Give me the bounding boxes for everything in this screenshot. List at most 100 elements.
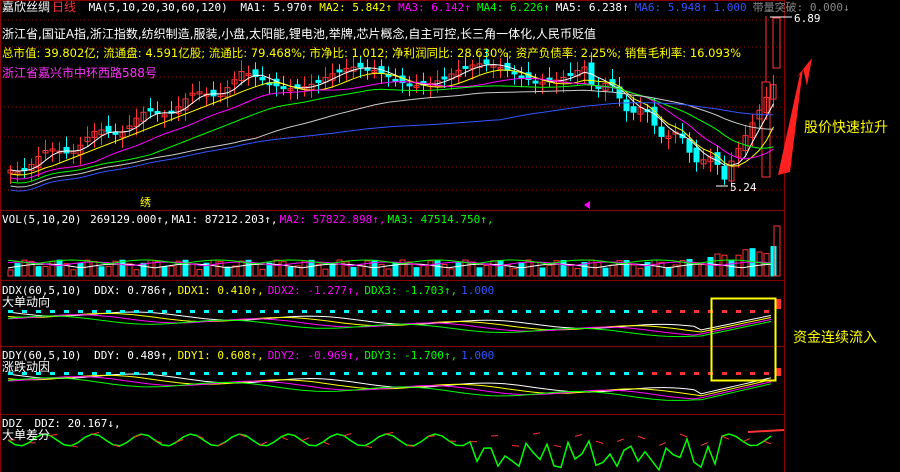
- indicator-bar: [316, 372, 321, 375]
- volume-bar: [49, 260, 56, 277]
- stock-name: 嘉欣丝绸: [2, 0, 51, 14]
- candle-body: [518, 75, 525, 79]
- volume-bar: [427, 260, 434, 277]
- volume-bar: [546, 264, 553, 277]
- ddx-value-3: DDX3: -1.703↑,: [364, 284, 458, 297]
- ddz-segment: [49, 434, 58, 436]
- volume-bar: [602, 267, 609, 277]
- ddz-segment: [511, 445, 520, 447]
- volume-bar: [735, 254, 742, 277]
- candle-body: [364, 67, 371, 71]
- indicator-bar: [386, 310, 391, 313]
- indicator-bar: [624, 310, 629, 313]
- ddy-value-0: DDY: 0.489↑,: [94, 349, 174, 362]
- price-annotation: 股价快速拉升: [804, 120, 888, 136]
- indicator-bar: [120, 372, 125, 375]
- indicator-bar: [204, 372, 209, 375]
- volume-bar: [224, 266, 231, 277]
- ddz-segment: [91, 432, 100, 435]
- volume-bar: [413, 267, 420, 277]
- volume-bar: [532, 261, 539, 277]
- ddz-segment: [364, 445, 373, 449]
- indicator-bar: [512, 310, 517, 313]
- candle-body: [441, 76, 448, 80]
- candle-body: [280, 86, 287, 90]
- volume-bar: [14, 263, 21, 277]
- ma-line-1: [10, 63, 774, 172]
- indicator-bar: [694, 310, 699, 313]
- indicator-bar: [274, 372, 279, 375]
- volume-bar: [385, 268, 392, 277]
- volume-header: VOL(5,10,20) 269129.000↑, MA1: 87212.203↑…: [2, 213, 502, 226]
- vol-values: 269129.000↑, MA1: 87212.203↑, MA2: 57822.8…: [90, 213, 495, 226]
- indicator-bar: [764, 310, 769, 313]
- ddy-values: DDY: 0.489↑, DDY1: 0.608↑, DDY2: -0.969↑, D…: [94, 349, 498, 362]
- indicator-bar: [568, 372, 573, 375]
- indicator-bar: [78, 310, 83, 313]
- indicator-bar: [232, 372, 237, 375]
- candle-body: [483, 59, 490, 65]
- indicator-bar: [624, 372, 629, 375]
- ddz-segment: [259, 441, 268, 446]
- indicator-bar: [666, 310, 671, 313]
- indicator-bar: [302, 372, 307, 375]
- indicator-bar: [736, 310, 741, 313]
- period-label[interactable]: 日线: [52, 0, 76, 14]
- vol-value-1: MA1: 87212.203↑,: [171, 213, 278, 226]
- indicator-bar: [540, 310, 545, 313]
- indicator-bar: [610, 372, 615, 375]
- indicator-bar: [498, 372, 503, 375]
- indicator-bar: [470, 372, 475, 375]
- indicator-bar: [162, 372, 167, 375]
- ma-params: MA(5,10,20,30,60,120): [88, 1, 228, 14]
- ddy-value-1: DDY1: 0.608↑,: [177, 349, 264, 362]
- vol-params: VOL(5,10,20): [2, 213, 82, 226]
- indicator-bar: [680, 310, 685, 313]
- volume-bar: [665, 267, 672, 277]
- volume-bar: [70, 269, 77, 277]
- candle-body: [259, 76, 266, 81]
- ddx-header: DDX(60,5,10) DDX: 0.786↑, DDX1: 0.410↑, DD…: [2, 284, 504, 297]
- indicator-bar: [204, 310, 209, 313]
- volume-bar: [455, 262, 462, 277]
- indicator-bar: [666, 372, 671, 375]
- ma-value-4: MA5: 6.238↑: [555, 1, 629, 14]
- volume-bar: [434, 259, 441, 277]
- indicator-bar: [302, 310, 307, 313]
- company-address: 浙江省嘉兴市中环西路588号: [2, 66, 157, 80]
- volume-bar: [511, 268, 518, 277]
- ddx-value-0: DDX: 0.786↑,: [94, 284, 174, 297]
- volume-bar: [252, 263, 259, 277]
- indicator-bar: [512, 372, 517, 375]
- volume-bar: [567, 264, 574, 277]
- indicator-bar: [246, 310, 251, 313]
- volume-bar: [350, 266, 357, 277]
- volume-bar: [700, 264, 707, 277]
- indicator-bar: [736, 372, 741, 375]
- fundamental-stats: 总市值: 39.802亿; 流通盘: 4.591亿股; 流通比: 79.468%…: [2, 46, 742, 60]
- candle-body: [357, 62, 364, 68]
- ddy-header: DDY(60,5,10) DDY: 0.489↑, DDY1: 0.608↑, DD…: [2, 349, 504, 362]
- volume-bar: [728, 259, 735, 277]
- indicator-bar: [554, 372, 559, 375]
- volume-bar: [560, 260, 567, 277]
- indicator-line-1: [7, 311, 772, 331]
- indicator-bar: [554, 310, 559, 313]
- indicator-bar: [582, 310, 587, 313]
- ma-values: MA1: 5.970↑ MA2: 5.842↑ MA3: 6.142↑ MA4: 6.…: [240, 1, 855, 14]
- candle-body: [112, 131, 119, 135]
- indicator-bar: [190, 310, 195, 313]
- ddz-segment: [574, 434, 583, 437]
- indicator-bar: [750, 372, 755, 375]
- indicator-bar: [764, 372, 769, 375]
- indicator-bar: [484, 372, 489, 375]
- event-marker: 绣: [140, 196, 151, 209]
- low-price-label: 5.24: [730, 181, 757, 194]
- ddz-segment: [448, 440, 457, 442]
- volume-bar: [273, 259, 280, 277]
- ma-value-6: 1.000: [713, 1, 747, 14]
- candle-body: [147, 108, 154, 112]
- indicator-bar: [358, 372, 363, 375]
- volume-bar: [651, 259, 658, 277]
- volume-bar: [91, 260, 98, 277]
